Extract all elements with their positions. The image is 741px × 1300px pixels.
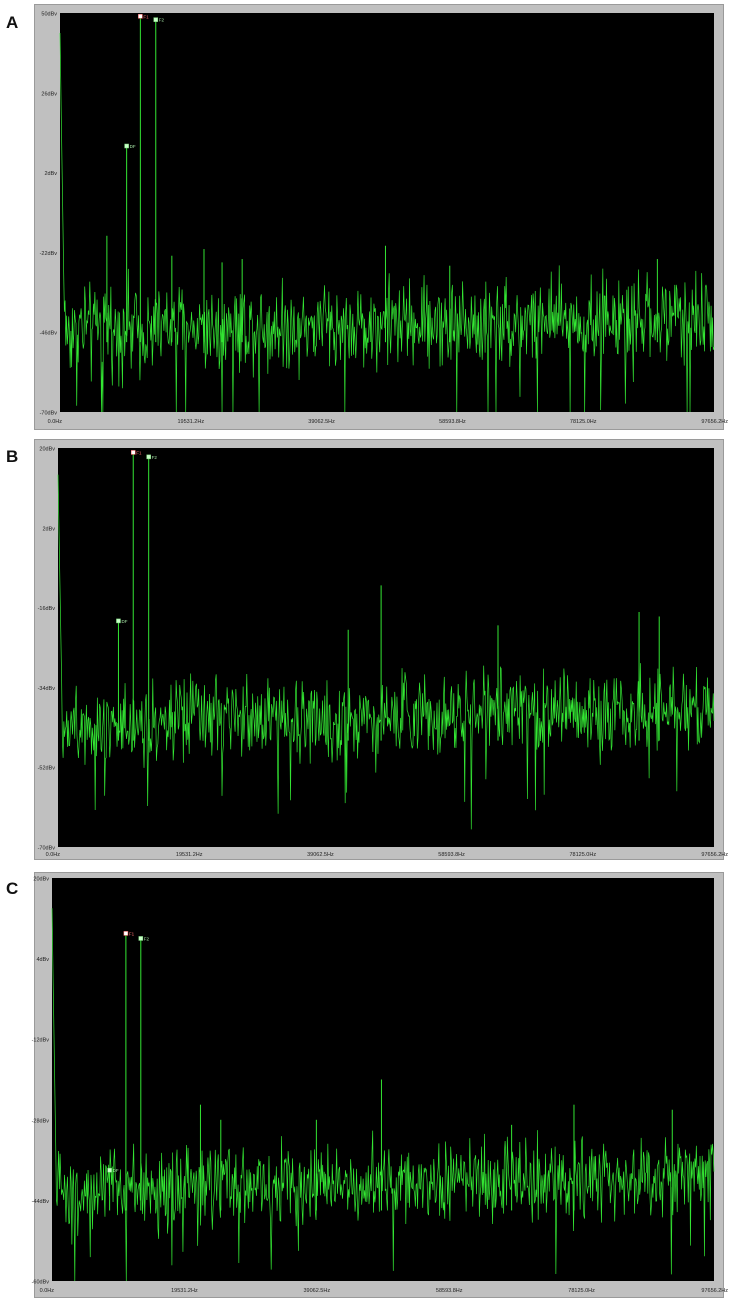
x-tick-label: 19531.2Hz — [177, 419, 204, 425]
x-tick-label: 78125.0Hz — [568, 1288, 595, 1294]
x-tick-label: 97656.2Hz — [701, 1288, 728, 1294]
y-tick-label: -44dBv — [32, 1199, 50, 1205]
spectrum-chart-c: 20dBv 4dBv -12dBv -28dBv -44dBv -60dBv 0.0Hz 19… — [32, 877, 729, 1295]
peak-marker-label: DF — [113, 1168, 119, 1173]
y-tick-label: -34dBv — [38, 686, 56, 692]
x-tick-label: 58593.8Hz — [438, 852, 465, 858]
peak-marker-label: DF — [121, 619, 127, 624]
y-tick-label: -60dBv — [32, 1280, 50, 1286]
y-tick-label: -46dBv — [40, 331, 58, 337]
peak-marker-label: F1 — [129, 931, 135, 936]
x-tick-label: 39062.5Hz — [303, 1288, 330, 1294]
peak-marker-label: F2 — [144, 936, 150, 941]
x-tick-label: 39062.5Hz — [308, 419, 335, 425]
peak-marker-f1 — [138, 14, 143, 19]
spectrum-chart-a: 50dBv 26dBv 2dBv -22dBv -46dBv -70dBv 0.0Hz 195… — [40, 12, 729, 426]
y-tick-label: -12dBv — [32, 1038, 50, 1044]
peak-marker-f2 — [146, 454, 151, 460]
y-tick-label: 2dBv — [44, 171, 57, 177]
y-tick-label: -70dBv — [40, 411, 58, 417]
panel-a: A 50dBv 26dBv 2dBv -22dBv -46dBv -70dBv 0.0Hz 1… — [0, 0, 741, 430]
y-tick-label: 2dBv — [42, 526, 55, 532]
x-tick-label: 19531.2Hz — [176, 852, 203, 858]
plot-area — [60, 13, 714, 412]
peak-marker-label: F2 — [159, 18, 165, 23]
peak-marker-f2 — [138, 936, 144, 941]
spectrum-chart-b: 20dBv 2dBv -16dBv -34dBv -52dBv -70dBv0.0Hz 19… — [38, 447, 729, 859]
peak-marker-label: F2 — [152, 455, 158, 460]
x-tick-label: 0.0Hz — [46, 852, 61, 858]
y-tick-label: -16dBv — [38, 606, 56, 612]
y-tick-label: 50dBv — [41, 12, 57, 18]
x-tick-label: 0.0Hz — [40, 1288, 55, 1294]
y-tick-label: 20dBv — [39, 447, 55, 453]
plot-area — [58, 448, 714, 847]
y-tick-label: -22dBv — [40, 251, 58, 257]
peak-marker-df — [124, 143, 129, 149]
x-tick-label: 78125.0Hz — [569, 852, 596, 858]
x-tick-label: 78125.0Hz — [570, 419, 597, 425]
peak-marker-f2 — [153, 17, 159, 22]
x-tick-label: 19531.2Hz — [171, 1288, 198, 1294]
peak-marker-f1 — [130, 450, 136, 455]
peak-marker-df — [116, 618, 121, 624]
y-tick-label: 20dBv — [33, 877, 49, 883]
peak-marker-f1 — [123, 931, 129, 936]
peak-marker-label: F1 — [136, 450, 142, 455]
peak-marker-label: F1 — [143, 14, 149, 19]
y-tick-label: -28dBv — [32, 1118, 50, 1124]
x-tick-label: 58593.8Hz — [439, 419, 466, 425]
peak-marker-df — [107, 1167, 112, 1173]
y-tick-label: 4dBv — [36, 957, 49, 963]
y-tick-label: 26dBv — [41, 91, 57, 97]
x-tick-label: 39062.5Hz — [307, 852, 334, 858]
y-tick-label: -52dBv — [38, 766, 56, 772]
panel-b: B 20dBv 2dBv -16dBv -34dBv -52dBv -70dBv 0.0Hz… — [0, 437, 741, 860]
x-tick-label: 97656.2Hz — [701, 852, 728, 858]
x-tick-label: 0.0Hz — [48, 419, 63, 425]
x-tick-label: 97656.2Hz — [701, 419, 728, 425]
y-tick-label: -70dBv — [38, 846, 56, 852]
peak-marker-label: DF — [130, 144, 136, 149]
x-tick-label: 58593.8Hz — [436, 1288, 463, 1294]
panel-c: C 20dBv 4dBv -12dBv -28dBv -44dBv -60dBv 0.0Hz… — [0, 870, 741, 1298]
